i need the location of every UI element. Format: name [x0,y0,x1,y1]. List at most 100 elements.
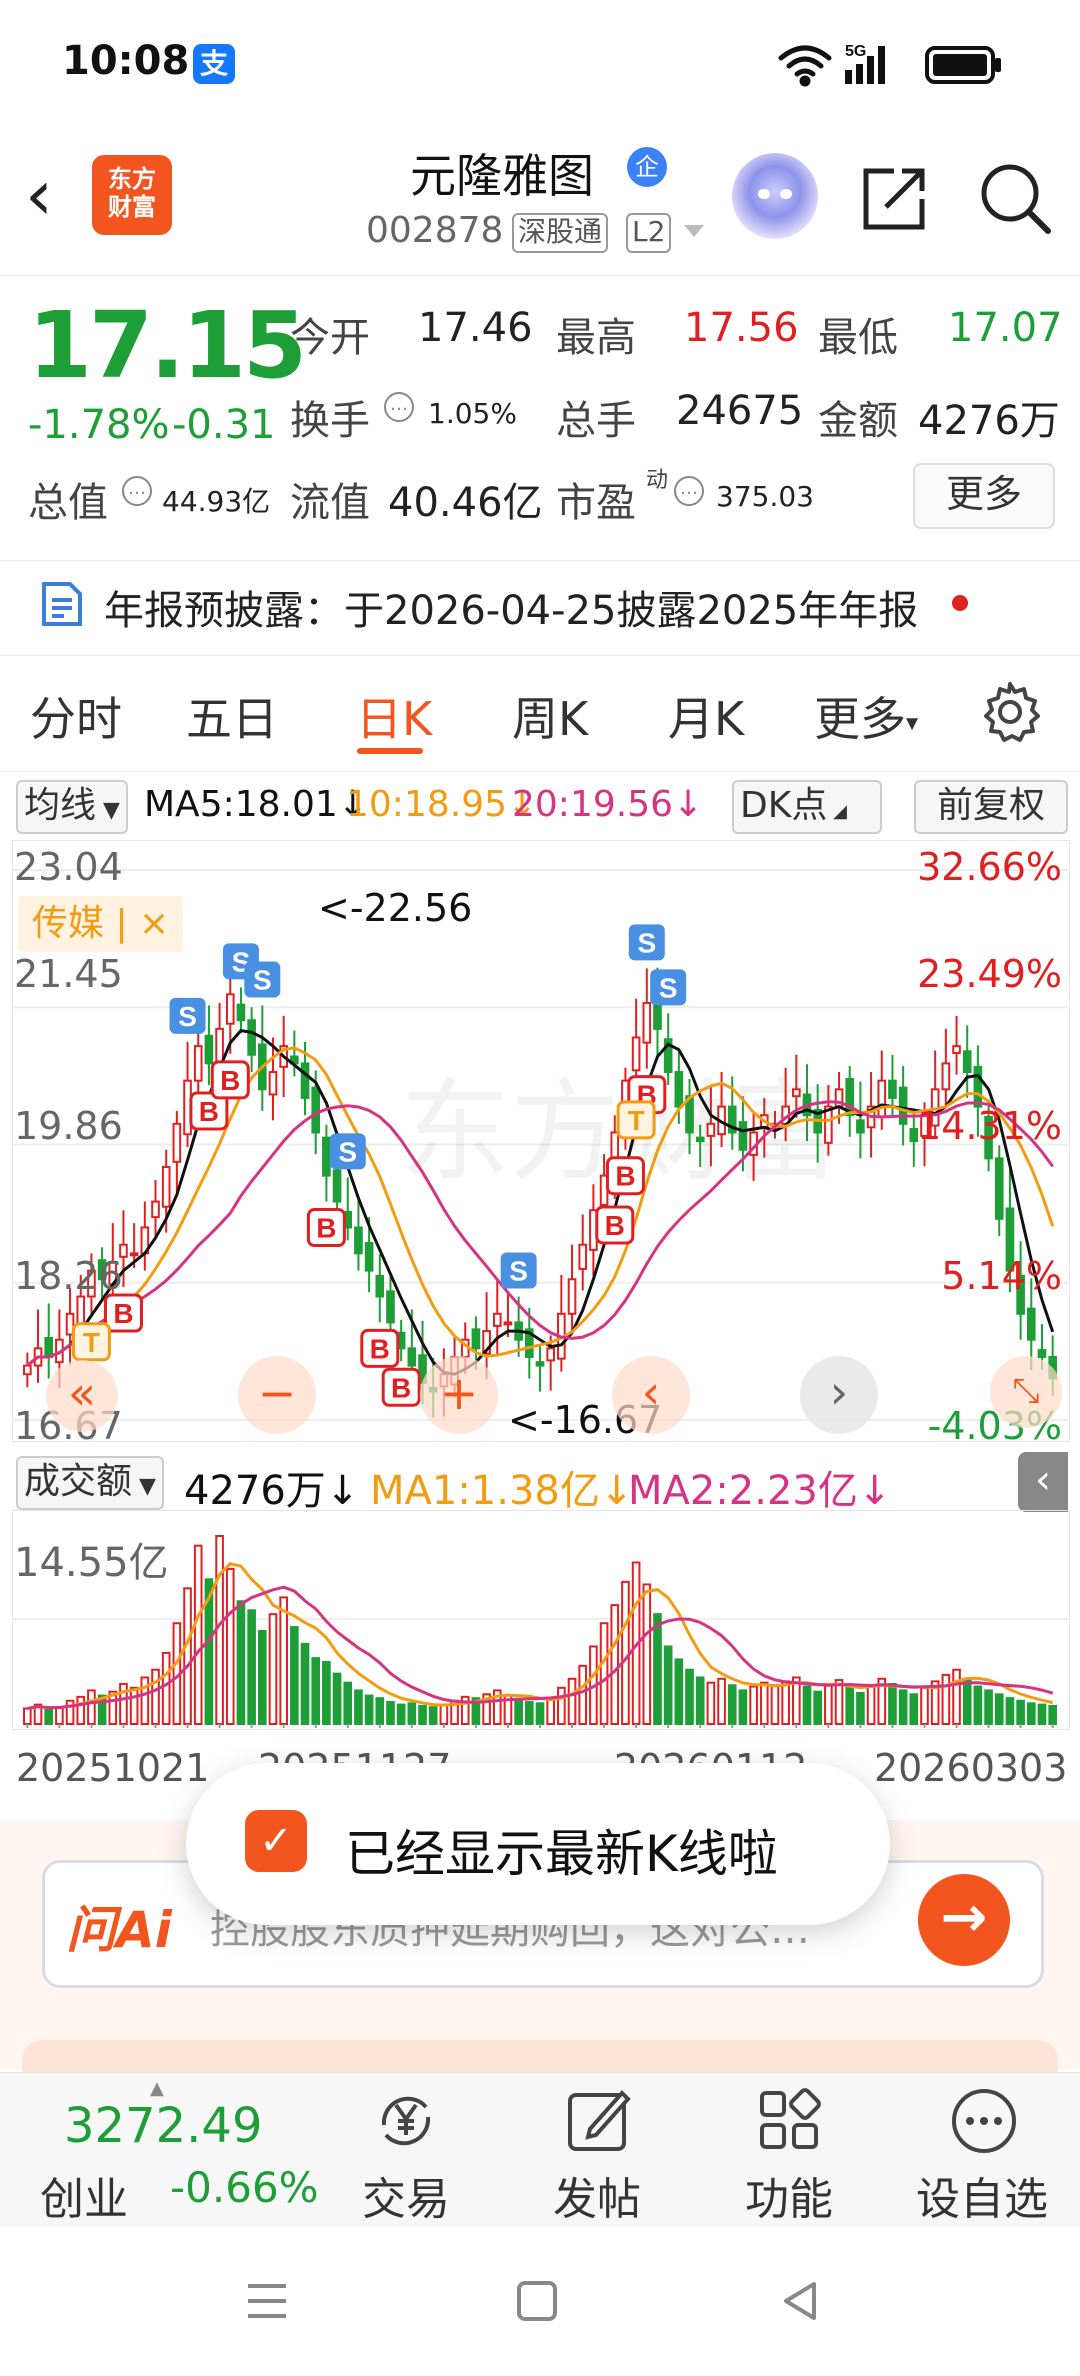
volume-bar [706,1681,716,1726]
home-icon[interactable] [514,2278,560,2324]
back-button[interactable]: ‹ [25,160,53,230]
edit-icon[interactable] [562,2085,634,2157]
index-value[interactable]: 3272.49 [64,2098,263,2154]
candle-body [332,1169,342,1203]
tab-daily-k[interactable]: 日K [356,683,432,749]
index-name[interactable]: 创业 [40,2163,128,2227]
buy-signal-marker: B [381,1367,421,1407]
label-volume: 总手 [556,398,636,444]
more-quote-button[interactable]: 更多 [913,463,1055,529]
candle-body [354,1226,363,1255]
stock-header: ‹ 东方 财富 元隆雅图 企 002878 深股通 L2 [0,125,1080,276]
app-logo[interactable]: 东方 财富 [92,155,172,235]
post-button[interactable]: 发帖 [553,2163,641,2227]
recents-icon[interactable] [244,2278,290,2324]
volume-bar [642,1583,652,1725]
candle-body [941,1062,951,1091]
scroll-left-icon[interactable]: « [46,1360,118,1432]
info-eye-icon[interactable]: … [674,476,704,506]
volume-bar [257,1629,267,1725]
candle-body [578,1243,588,1270]
candle-body [792,1088,801,1098]
volume-chart[interactable] [12,1510,1068,1728]
chevron-down-icon[interactable] [682,223,706,241]
pct-tick-2: 14.31% [917,1104,1062,1148]
buy-signal-label: B [220,1065,240,1096]
ai-send-button[interactable]: → [918,1874,1010,1966]
zoom-out-button[interactable]: − [238,1356,316,1434]
trade-button[interactable]: 交易 [362,2163,450,2227]
prev-icon[interactable]: ‹ [612,1356,690,1434]
gear-icon[interactable] [978,680,1042,744]
candle-body [738,1121,748,1151]
buy-signal-label: B [199,1096,219,1127]
candle-body [23,1364,32,1376]
share-icon[interactable] [858,163,930,235]
volume-bar [941,1673,951,1725]
more-dots-icon[interactable] [948,2085,1020,2157]
grid-icon[interactable] [754,2085,826,2157]
candle-body [888,1079,897,1099]
collapse-panel-icon[interactable]: ‹ [1018,1452,1068,1512]
sell-signal-marker: S [329,1133,366,1170]
expand-up-icon[interactable]: ▲ [150,2078,164,2099]
ai-assistant-avatar[interactable] [732,153,818,239]
candle-body [151,1200,160,1219]
volume-bar [386,1701,395,1725]
back-nav-icon[interactable] [778,2278,824,2324]
candle-body [300,1062,310,1099]
announcement-text[interactable]: 年报预披露：于2026-04-25披露2025年年报 [104,578,918,636]
unread-dot [952,595,968,611]
candle-body [535,1361,545,1367]
candle-body [322,1136,331,1177]
close-icon[interactable]: × [139,903,169,944]
label-market-cap: 总值 [28,480,108,526]
buy-signal-label: B [605,1210,625,1241]
candle-body [471,1328,481,1350]
info-eye-icon[interactable]: … [122,476,152,506]
stock-name[interactable]: 元隆雅图 [410,140,594,206]
volume-bar [1016,1699,1025,1725]
buy-signal-marker: B [360,1328,400,1368]
volume-bar [738,1689,748,1726]
ma5-value: MA5:18.01↓ [144,784,368,825]
adjust-button[interactable]: 前复权 [914,780,1068,834]
function-button[interactable]: 功能 [745,2163,833,2227]
high-label: <-22.56 [318,886,473,930]
next-icon[interactable]: › [800,1356,878,1434]
yen-cycle-icon[interactable] [370,2085,442,2157]
volume-bar [610,1604,620,1725]
ma10-value: 10:18.95↓ [346,784,538,825]
fullscreen-icon[interactable]: ⤡ [990,1356,1062,1428]
info-eye-icon[interactable]: … [384,392,414,422]
add-watchlist-button[interactable]: 设自选 [916,2163,1048,2227]
volume-bar [129,1686,139,1725]
active-tab-indicator [357,748,423,754]
candle-body [364,1241,374,1272]
caret-down-icon: ▼ [96,798,120,823]
volume-bar [578,1664,588,1725]
tab-weekly-k[interactable]: 周K [512,683,588,749]
sector-tag[interactable]: 传媒 | × [18,896,184,952]
volume-selector-label: 成交额 [24,1461,133,1502]
current-price: 17.15 [28,292,307,399]
candle-body [311,1086,321,1134]
volume-bar [87,1689,96,1726]
zoom-in-button[interactable]: + [420,1356,498,1434]
tab-intraday[interactable]: 分时 [30,683,122,749]
candle-body [268,1071,278,1096]
dk-point-button[interactable]: DK点 ◢ [732,780,882,834]
tab-more[interactable]: 更多▾ [814,683,918,749]
search-icon[interactable] [978,161,1054,237]
document-icon [42,582,82,626]
ma-selector[interactable]: 均线 ▼ [16,780,128,834]
candle-body [898,1086,908,1125]
volume-bar [781,1680,790,1725]
status-time: 10:08 [62,38,190,84]
tab-monthly-k[interactable]: 月K [668,683,744,749]
candle-body [172,1122,182,1163]
volume-indicator-selector[interactable]: 成交额 ▼ [16,1456,164,1510]
tab-five-day[interactable]: 五日 [186,683,278,749]
pct-tick-0: 32.66% [917,845,1062,889]
volume-bar [354,1689,363,1726]
